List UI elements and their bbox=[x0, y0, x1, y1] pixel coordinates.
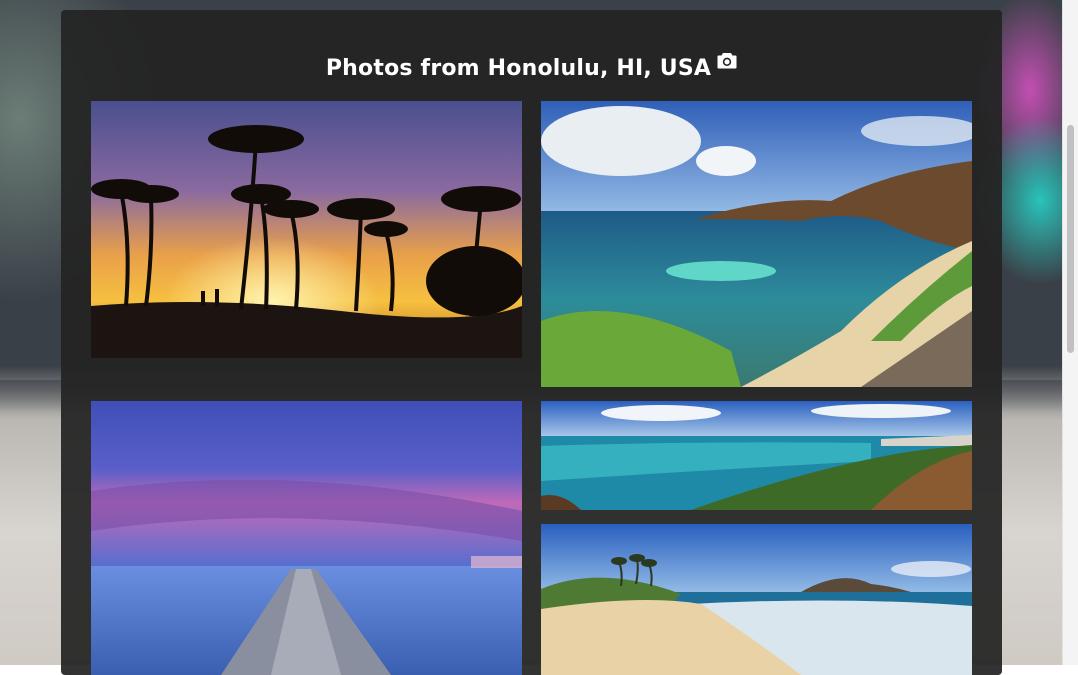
page-title-text: Photos from Honolulu, HI, USA bbox=[325, 56, 712, 81]
photo-gallery-panel: Photos from Honolulu, HI, USA bbox=[61, 10, 1002, 675]
photo-coastline-panorama[interactable] bbox=[541, 401, 972, 510]
photo-hanauma-bay[interactable] bbox=[541, 101, 972, 387]
photo-sunset-palms[interactable] bbox=[91, 101, 522, 358]
scrollbar-thumb[interactable] bbox=[1067, 125, 1074, 353]
photo-sandy-beach[interactable] bbox=[541, 524, 972, 675]
vertical-scrollbar[interactable] bbox=[1062, 0, 1078, 665]
camera-icon bbox=[717, 50, 737, 75]
photo-pier-dusk[interactable] bbox=[91, 401, 522, 675]
page-title: Photos from Honolulu, HI, USA bbox=[61, 50, 1002, 81]
